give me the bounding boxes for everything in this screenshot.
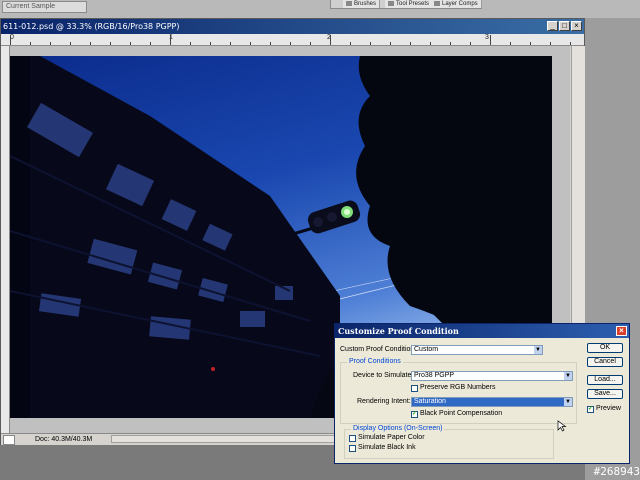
- ruler-tick: [530, 42, 531, 45]
- palette-tab-brushes[interactable]: Brushes: [343, 0, 381, 8]
- chevron-down-icon: ▼: [564, 372, 572, 380]
- document-titlebar[interactable]: 611-012.psd @ 33.3% (RGB/16/Pro38 PGPP) …: [1, 19, 584, 34]
- ruler-tick: [130, 42, 131, 45]
- maximize-icon: □: [562, 21, 567, 30]
- device-value: Pro38 PGPP: [414, 372, 455, 379]
- proof-conditions-title: Proof Conditions: [347, 357, 403, 366]
- rendering-intent-select[interactable]: Saturation ▼: [411, 397, 573, 407]
- ruler-tick: [110, 42, 111, 45]
- ruler-tick: [270, 42, 271, 45]
- customize-proof-dialog: Customize Proof Condition × Custom Proof…: [334, 323, 630, 464]
- layer-comps-icon: [434, 0, 440, 6]
- rendering-intent-value: Saturation: [414, 398, 446, 405]
- chevron-down-icon: ▼: [534, 346, 542, 354]
- ruler-tick: [70, 42, 71, 45]
- ruler-tick: [330, 35, 331, 45]
- chevron-down-icon: ▼: [564, 398, 572, 406]
- mouse-cursor-icon: [557, 420, 567, 432]
- maximize-button[interactable]: □: [559, 21, 570, 31]
- ruler-tick: [90, 42, 91, 45]
- display-options-title: Display Options (On-Screen): [351, 424, 445, 433]
- ruler-tick: [190, 42, 191, 45]
- ruler-tick: [50, 42, 51, 45]
- preview-label: Preview: [596, 405, 621, 412]
- ruler-tick: [570, 42, 571, 45]
- close-icon: ×: [574, 21, 579, 30]
- dialog-close-button[interactable]: ×: [616, 326, 627, 336]
- tool-presets-icon: [388, 0, 394, 6]
- save-button[interactable]: Save...: [587, 389, 623, 399]
- ruler-tick: [350, 42, 351, 45]
- cancel-button[interactable]: Cancel: [587, 357, 623, 367]
- ruler-tick: [430, 42, 431, 45]
- ruler-tick: [290, 42, 291, 45]
- load-button[interactable]: Load...: [587, 375, 623, 385]
- ruler-label: 3: [485, 34, 489, 41]
- document-title: 611-012.psd @ 33.3% (RGB/16/Pro38 PGPP): [3, 22, 180, 31]
- ruler-tick: [390, 42, 391, 45]
- watermark-text: #268943: [593, 465, 640, 478]
- device-label: Device to Simulate:: [353, 372, 414, 379]
- custom-proof-value: Custom: [414, 346, 439, 353]
- ok-button[interactable]: OK: [587, 343, 623, 353]
- ruler-tick: [10, 35, 11, 45]
- ruler-tick: [450, 42, 451, 45]
- palette-tab-label: Brushes: [354, 1, 377, 7]
- ruler-tick: [250, 42, 251, 45]
- brushes-icon: [346, 0, 352, 6]
- black-ink-checkbox[interactable]: [349, 445, 356, 452]
- black-ink-label: Simulate Black Ink: [358, 444, 416, 451]
- ruler-tick: [550, 42, 551, 45]
- preserve-rgb-label: Preserve RGB Numbers: [420, 384, 496, 391]
- palette-tab-label: Layer Comps: [442, 1, 478, 7]
- preview-checkbox[interactable]: ✓: [587, 406, 594, 413]
- palette-well: Brushes Tool Presets Layer Comps: [330, 0, 482, 9]
- device-select[interactable]: Pro38 PGPP ▼: [411, 371, 573, 381]
- palette-tab-layer-comps[interactable]: Layer Comps: [431, 0, 482, 8]
- ruler-tick: [30, 42, 31, 45]
- black-point-label: Black Point Compensation: [420, 410, 503, 417]
- ruler-tick: [310, 42, 311, 45]
- horizontal-ruler[interactable]: 0 1 2 3: [1, 34, 584, 46]
- ruler-tick: [210, 42, 211, 45]
- sample-size-field[interactable]: Current Sample: [2, 1, 87, 13]
- ruler-tick: [490, 35, 491, 45]
- checkmark-icon: ✓: [588, 406, 594, 412]
- palette-tab-label: Tool Presets: [396, 1, 430, 7]
- close-button[interactable]: ×: [571, 21, 582, 31]
- ruler-tick: [230, 42, 231, 45]
- ruler-tick: [370, 42, 371, 45]
- dialog-title: Customize Proof Condition: [338, 326, 459, 336]
- minimize-icon: _: [550, 21, 555, 30]
- rendering-intent-label: Rendering Intent:: [357, 398, 411, 405]
- options-bar: Current Sample Brushes Tool Presets Laye…: [0, 0, 640, 19]
- document-size-status: Doc: 40.3M/40.3M: [35, 436, 93, 443]
- checkmark-icon: ✓: [412, 411, 418, 417]
- minimize-button[interactable]: _: [547, 21, 558, 31]
- ruler-tick: [470, 42, 471, 45]
- ruler-tick: [510, 42, 511, 45]
- paper-color-checkbox[interactable]: [349, 435, 356, 442]
- black-point-checkbox[interactable]: ✓: [411, 411, 418, 418]
- custom-proof-label: Custom Proof Condition:: [340, 346, 417, 353]
- zoom-field[interactable]: [3, 435, 15, 445]
- palette-tab-tool-presets[interactable]: Tool Presets: [385, 0, 434, 8]
- vertical-ruler[interactable]: [1, 46, 10, 434]
- close-icon: ×: [619, 326, 624, 335]
- ruler-tick: [170, 35, 171, 45]
- preserve-rgb-checkbox[interactable]: [411, 385, 418, 392]
- ruler-tick: [150, 42, 151, 45]
- custom-proof-select[interactable]: Custom ▼: [411, 345, 543, 355]
- paper-color-label: Simulate Paper Color: [358, 434, 425, 441]
- dialog-titlebar[interactable]: Customize Proof Condition ×: [335, 324, 629, 338]
- ruler-tick: [410, 42, 411, 45]
